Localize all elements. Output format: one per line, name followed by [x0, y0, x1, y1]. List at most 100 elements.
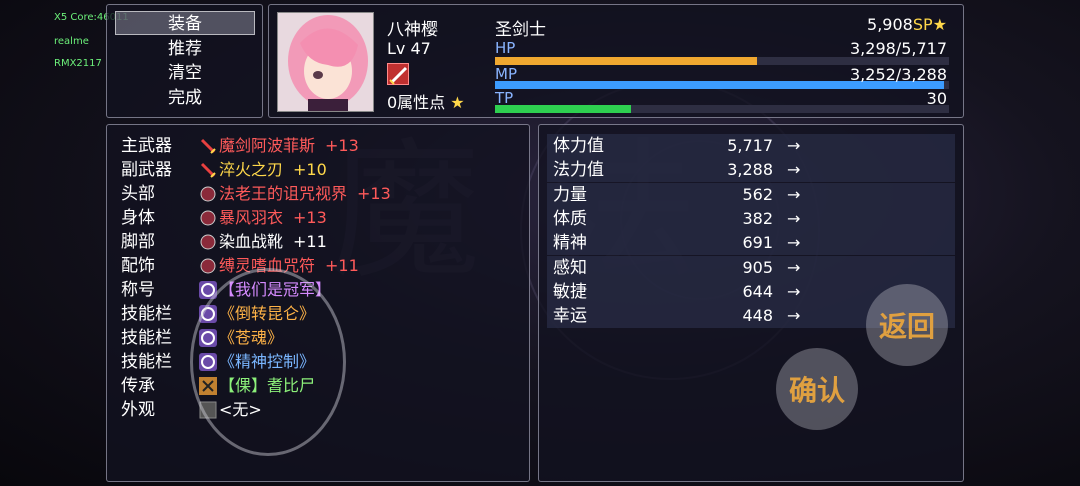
character-level: Lv 47: [387, 39, 431, 58]
confirm-button[interactable]: 确认: [776, 348, 858, 430]
confirm-button-label: 确认: [788, 374, 845, 407]
tp-bar: [495, 105, 949, 113]
hp-label: HP: [495, 39, 516, 57]
stat-value: 5,717: [727, 136, 773, 155]
arrow-right-icon: →: [787, 208, 801, 228]
menu-item-equip[interactable]: 装备: [115, 11, 255, 35]
armor-icon: [199, 209, 217, 227]
stat-label: 力量: [553, 184, 587, 205]
stat-label: 敏捷: [553, 281, 587, 302]
arrow-right-icon: →: [787, 257, 801, 277]
equipment-row[interactable]: 副武器 淬火之刃 +10: [119, 158, 519, 182]
equipment-slot-label: 传承: [121, 376, 155, 396]
equipment-item-name: 魔剑阿波菲斯 +13: [219, 134, 359, 158]
equipment-enhance-level: +11: [293, 232, 327, 251]
debug-model-text: RMX2117: [54, 58, 102, 69]
stat-row: 精神 691 →: [547, 231, 955, 256]
stat-value: 3,288: [727, 160, 773, 180]
attribute-points-label: 0属性点: [387, 93, 446, 112]
command-menu: 装备 推荐 清空 完成: [106, 4, 263, 118]
arrow-right-icon: →: [787, 160, 801, 180]
amulet-icon: [199, 257, 217, 275]
equipment-item-name: 染血战靴 +11: [219, 230, 327, 254]
menu-item-recommend[interactable]: 推荐: [115, 37, 255, 61]
class-sword-icon: [387, 63, 409, 85]
star-icon: ★: [932, 15, 947, 34]
stat-value: 644: [742, 281, 773, 301]
stat-row: 力量 562 →: [547, 182, 955, 207]
tp-bar-fill: [495, 105, 632, 113]
character-status: 八神樱 Lv 47 0属性点 ★ 圣剑士 5,908SP★ HP 3,298/5…: [268, 4, 964, 118]
equipment-row[interactable]: 脚部 染血战靴 +11: [119, 230, 519, 254]
character-name: 八神樱: [387, 20, 438, 40]
attribute-points: 0属性点 ★: [387, 89, 465, 113]
equipment-item-text: 魔剑阿波菲斯: [219, 136, 316, 155]
equipment-enhance-level: +13: [357, 184, 391, 203]
mp-value: 3,252/3,288: [850, 65, 947, 84]
equipment-item-text: 暴风羽衣: [219, 208, 284, 227]
boots-icon: [199, 233, 217, 251]
skill-points-value: 5,908: [867, 15, 913, 34]
helmet-icon: [199, 185, 217, 203]
stat-label: 体力值: [553, 136, 604, 156]
skill-points: 5,908SP★: [867, 15, 947, 34]
equipment-item-name: 法老王的诅咒视界 +13: [219, 182, 391, 206]
character-portrait: [277, 12, 374, 112]
stat-value: 905: [742, 257, 773, 277]
equipment-slot-label: 外观: [121, 400, 155, 420]
equipment-slot-label: 脚部: [121, 232, 155, 252]
equipment-slot-label: 身体: [121, 208, 155, 228]
equipment-slot-label: 头部: [121, 184, 155, 204]
equipment-enhance-level: +10: [293, 160, 327, 179]
equipment-row[interactable]: 配饰 缚灵嗜血咒符 +11: [119, 254, 519, 278]
equipment-slot-label: 配饰: [121, 256, 155, 276]
virtual-joystick[interactable]: [190, 268, 346, 456]
stat-label: 幸运: [553, 306, 587, 327]
arrow-right-icon: →: [787, 281, 801, 301]
equipment-row[interactable]: 身体 暴风羽衣 +13: [119, 206, 519, 230]
equipment-slot-label: 主武器: [121, 136, 172, 156]
stat-row: 体质 382 →: [547, 206, 955, 231]
equipment-slot-label: 称号: [121, 280, 155, 300]
star-icon: ★: [450, 93, 465, 112]
back-button-label: 返回: [878, 310, 935, 343]
stat-label: 体质: [553, 208, 587, 229]
equipment-row[interactable]: 头部 法老王的诅咒视界 +13: [119, 182, 519, 206]
hp-bar-fill: [495, 57, 757, 65]
equipment-slot-label: 副武器: [121, 160, 172, 180]
arrow-right-icon: →: [787, 136, 801, 155]
equipment-enhance-level: +13: [293, 208, 327, 227]
equipment-item-text: 染血战靴: [219, 232, 284, 251]
stat-value: 448: [742, 306, 773, 326]
sword-icon: [199, 137, 217, 155]
debug-device-text: realme: [54, 36, 89, 47]
character-class: 圣剑士: [495, 20, 546, 40]
hp-bar: [495, 57, 949, 65]
equipment-item-text: 法老王的诅咒视界: [219, 184, 348, 203]
equipment-slot-label: 技能栏: [121, 352, 172, 372]
stat-label: 精神: [553, 233, 587, 254]
equipment-enhance-level: +13: [325, 136, 359, 155]
stat-row: 法力值 3,288 →: [547, 158, 955, 183]
stat-label: 感知: [553, 257, 587, 278]
stat-row: 体力值 5,717 →: [547, 134, 955, 158]
sword-icon: [199, 161, 217, 179]
equipment-item-text: 淬火之刃: [219, 160, 284, 179]
arrow-right-icon: →: [787, 306, 801, 326]
stat-row: 感知 905 →: [547, 255, 955, 280]
equipment-item-name: 淬火之刃 +10: [219, 158, 327, 182]
tp-value: 30: [926, 89, 947, 108]
stat-value: 562: [742, 184, 773, 204]
equipment-enhance-level: +11: [325, 256, 359, 275]
stat-label: 法力值: [553, 160, 604, 181]
stat-value: 691: [742, 233, 773, 253]
hp-value: 3,298/5,717: [850, 39, 947, 58]
equipment-slot-label: 技能栏: [121, 304, 172, 324]
menu-item-done[interactable]: 完成: [115, 86, 255, 110]
arrow-right-icon: →: [787, 184, 801, 204]
equipment-slot-label: 技能栏: [121, 328, 172, 348]
menu-item-clear[interactable]: 清空: [115, 61, 255, 85]
equipment-row[interactable]: 主武器 魔剑阿波菲斯 +13: [119, 134, 519, 158]
equipment-item-name: 暴风羽衣 +13: [219, 206, 327, 230]
back-button[interactable]: 返回: [866, 284, 948, 366]
